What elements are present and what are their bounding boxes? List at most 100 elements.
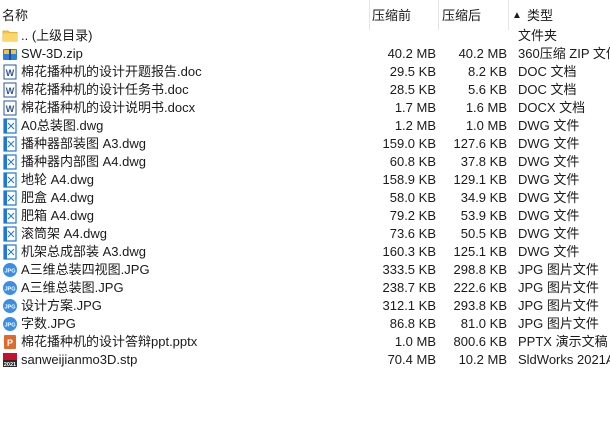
word-icon: W xyxy=(2,64,18,80)
zip-icon xyxy=(2,46,18,62)
file-row[interactable]: .. (上级目录) 文件夹 xyxy=(0,27,610,45)
original-size: 298.8 KB xyxy=(453,262,508,277)
compressed-size: 73.6 KB xyxy=(389,226,436,241)
compressed-size: 158.9 KB xyxy=(382,172,437,187)
file-list: .. (上级目录) 文件夹 SW-3D.zip 40.2 MB 40.2 MB 360压… xyxy=(0,27,610,369)
column-divider[interactable] xyxy=(508,0,509,30)
sort-ascending-icon: ▲ xyxy=(512,10,522,21)
original-size: 1.0 MB xyxy=(465,118,507,133)
file-name: 播种器部装图 A3.dwg xyxy=(21,136,146,151)
compressed-size: 312.1 KB xyxy=(382,298,437,313)
column-header-name[interactable]: 名称 xyxy=(2,8,28,24)
file-type: JPG 图片文件 xyxy=(518,262,599,277)
dwg-icon xyxy=(2,208,18,224)
svg-text:JPG: JPG xyxy=(4,305,15,311)
original-size: 293.8 KB xyxy=(453,298,508,313)
jpg-icon: JPG xyxy=(2,262,18,278)
file-row[interactable]: 2021 sanweijianmo3D.stp 70.4 MB 10.2 MB SldW… xyxy=(0,351,610,369)
file-type: DOCX 文档 xyxy=(518,100,586,115)
file-row[interactable]: SW-3D.zip 40.2 MB 40.2 MB 360压缩 ZIP 文件 xyxy=(0,45,610,63)
file-row[interactable]: 滚筒架 A4.dwg 73.6 KB 50.5 KB DWG 文件 xyxy=(0,225,610,243)
file-name: 滚筒架 A4.dwg xyxy=(21,226,107,241)
svg-text:W: W xyxy=(6,68,15,78)
file-row[interactable]: W 棉花播种机的设计任务书.doc 28.5 KB 5.6 KB DOC 文档 xyxy=(0,81,610,99)
file-type: DWG 文件 xyxy=(518,154,580,169)
file-row[interactable]: 肥盒 A4.dwg 58.0 KB 34.9 KB DWG 文件 xyxy=(0,189,610,207)
dwg-icon xyxy=(2,190,18,206)
dwg-icon xyxy=(2,244,18,260)
original-size: 8.2 KB xyxy=(467,64,507,79)
original-size: 5.6 KB xyxy=(467,82,507,97)
file-row[interactable]: 地轮 A4.dwg 158.9 KB 129.1 KB DWG 文件 xyxy=(0,171,610,189)
original-size: 125.1 KB xyxy=(453,244,508,259)
file-row[interactable]: W 棉花播种机的设计开题报告.doc 29.5 KB 8.2 KB DOC 文档 xyxy=(0,63,610,81)
file-name: .. (上级目录) xyxy=(21,28,93,43)
compressed-size: 333.5 KB xyxy=(382,262,437,277)
file-row[interactable]: JPG 设计方案.JPG 312.1 KB 293.8 KB JPG 图片文件 xyxy=(0,297,610,315)
file-type: JPG 图片文件 xyxy=(518,280,599,295)
file-name: 字数.JPG xyxy=(21,316,76,331)
file-type: DWG 文件 xyxy=(518,136,580,151)
compressed-size: 40.2 MB xyxy=(387,46,436,61)
original-size: 129.1 KB xyxy=(453,172,508,187)
dwg-icon xyxy=(2,172,18,188)
file-type: DWG 文件 xyxy=(518,172,580,187)
file-row[interactable]: 播种器内部图 A4.dwg 60.8 KB 37.8 KB DWG 文件 xyxy=(0,153,610,171)
file-name: 机架总成部装 A3.dwg xyxy=(21,244,146,259)
column-divider[interactable] xyxy=(369,0,370,30)
column-header-compressed[interactable]: 压缩前 xyxy=(372,8,411,24)
compressed-size: 1.2 MB xyxy=(394,118,436,133)
svg-text:JPG: JPG xyxy=(4,269,15,275)
original-size: 81.0 KB xyxy=(460,316,507,331)
original-size: 800.6 KB xyxy=(453,334,508,349)
column-header-original[interactable]: 压缩后 xyxy=(442,8,481,24)
original-size: 10.2 MB xyxy=(458,352,507,367)
compressed-size: 1.0 MB xyxy=(394,334,436,349)
svg-text:W: W xyxy=(6,86,15,96)
file-row[interactable]: 播种器部装图 A3.dwg 159.0 KB 127.6 KB DWG 文件 xyxy=(0,135,610,153)
file-type: JPG 图片文件 xyxy=(518,316,599,331)
file-row[interactable]: JPG 字数.JPG 86.8 KB 81.0 KB JPG 图片文件 xyxy=(0,315,610,333)
jpg-icon: JPG xyxy=(2,316,18,332)
file-name: A0总装图.dwg xyxy=(21,118,104,133)
file-type: DWG 文件 xyxy=(518,244,580,259)
file-name: 棉花播种机的设计说明书.docx xyxy=(21,100,196,115)
word-icon: W xyxy=(2,100,18,116)
file-name: 地轮 A4.dwg xyxy=(21,172,94,187)
file-row[interactable]: 机架总成部装 A3.dwg 160.3 KB 125.1 KB DWG 文件 xyxy=(0,243,610,261)
file-name: 棉花播种机的设计任务书.doc xyxy=(21,82,189,97)
original-size: 50.5 KB xyxy=(460,226,507,241)
svg-text:W: W xyxy=(6,104,15,114)
file-name: A三维总装四视图.JPG xyxy=(21,262,150,277)
file-name: 棉花播种机的设计开题报告.doc xyxy=(21,64,202,79)
file-row[interactable]: P 棉花播种机的设计答辩ppt.pptx 1.0 MB 800.6 KB PPTX 演示… xyxy=(0,333,610,351)
svg-text:JPG: JPG xyxy=(4,323,15,329)
original-size: 53.9 KB xyxy=(460,208,507,223)
compressed-size: 28.5 KB xyxy=(389,82,436,97)
file-type: DWG 文件 xyxy=(518,190,580,205)
file-row[interactable]: JPG A三维总装四视图.JPG 333.5 KB 298.8 KB JPG 图片文件 xyxy=(0,261,610,279)
file-name: SW-3D.zip xyxy=(21,46,83,61)
jpg-icon: JPG xyxy=(2,280,18,296)
compressed-size: 1.7 MB xyxy=(394,100,436,115)
file-name: 肥箱 A4.dwg xyxy=(21,208,94,223)
file-type: SldWorks 2021A xyxy=(518,352,610,367)
file-row[interactable]: A0总装图.dwg 1.2 MB 1.0 MB DWG 文件 xyxy=(0,117,610,135)
svg-text:P: P xyxy=(7,338,13,348)
dwg-icon xyxy=(2,136,18,152)
file-name: 肥盒 A4.dwg xyxy=(21,190,94,205)
svg-text:JPG: JPG xyxy=(4,287,15,293)
column-header-type[interactable]: 类型 xyxy=(527,8,553,24)
solidworks-icon: 2021 xyxy=(2,352,18,368)
file-row[interactable]: JPG A三维总装图.JPG 238.7 KB 222.6 KB JPG 图片文件 xyxy=(0,279,610,297)
compressed-size: 238.7 KB xyxy=(382,280,437,295)
file-type: 360压缩 ZIP 文件 xyxy=(518,46,610,61)
pptx-icon: P xyxy=(2,334,18,350)
file-row[interactable]: W 棉花播种机的设计说明书.docx 1.7 MB 1.6 MB DOCX 文档 xyxy=(0,99,610,117)
dwg-icon xyxy=(2,226,18,242)
file-type: DOC 文档 xyxy=(518,64,577,79)
column-divider[interactable] xyxy=(438,0,439,30)
original-size: 222.6 KB xyxy=(453,280,508,295)
jpg-icon: JPG xyxy=(2,298,18,314)
file-row[interactable]: 肥箱 A4.dwg 79.2 KB 53.9 KB DWG 文件 xyxy=(0,207,610,225)
